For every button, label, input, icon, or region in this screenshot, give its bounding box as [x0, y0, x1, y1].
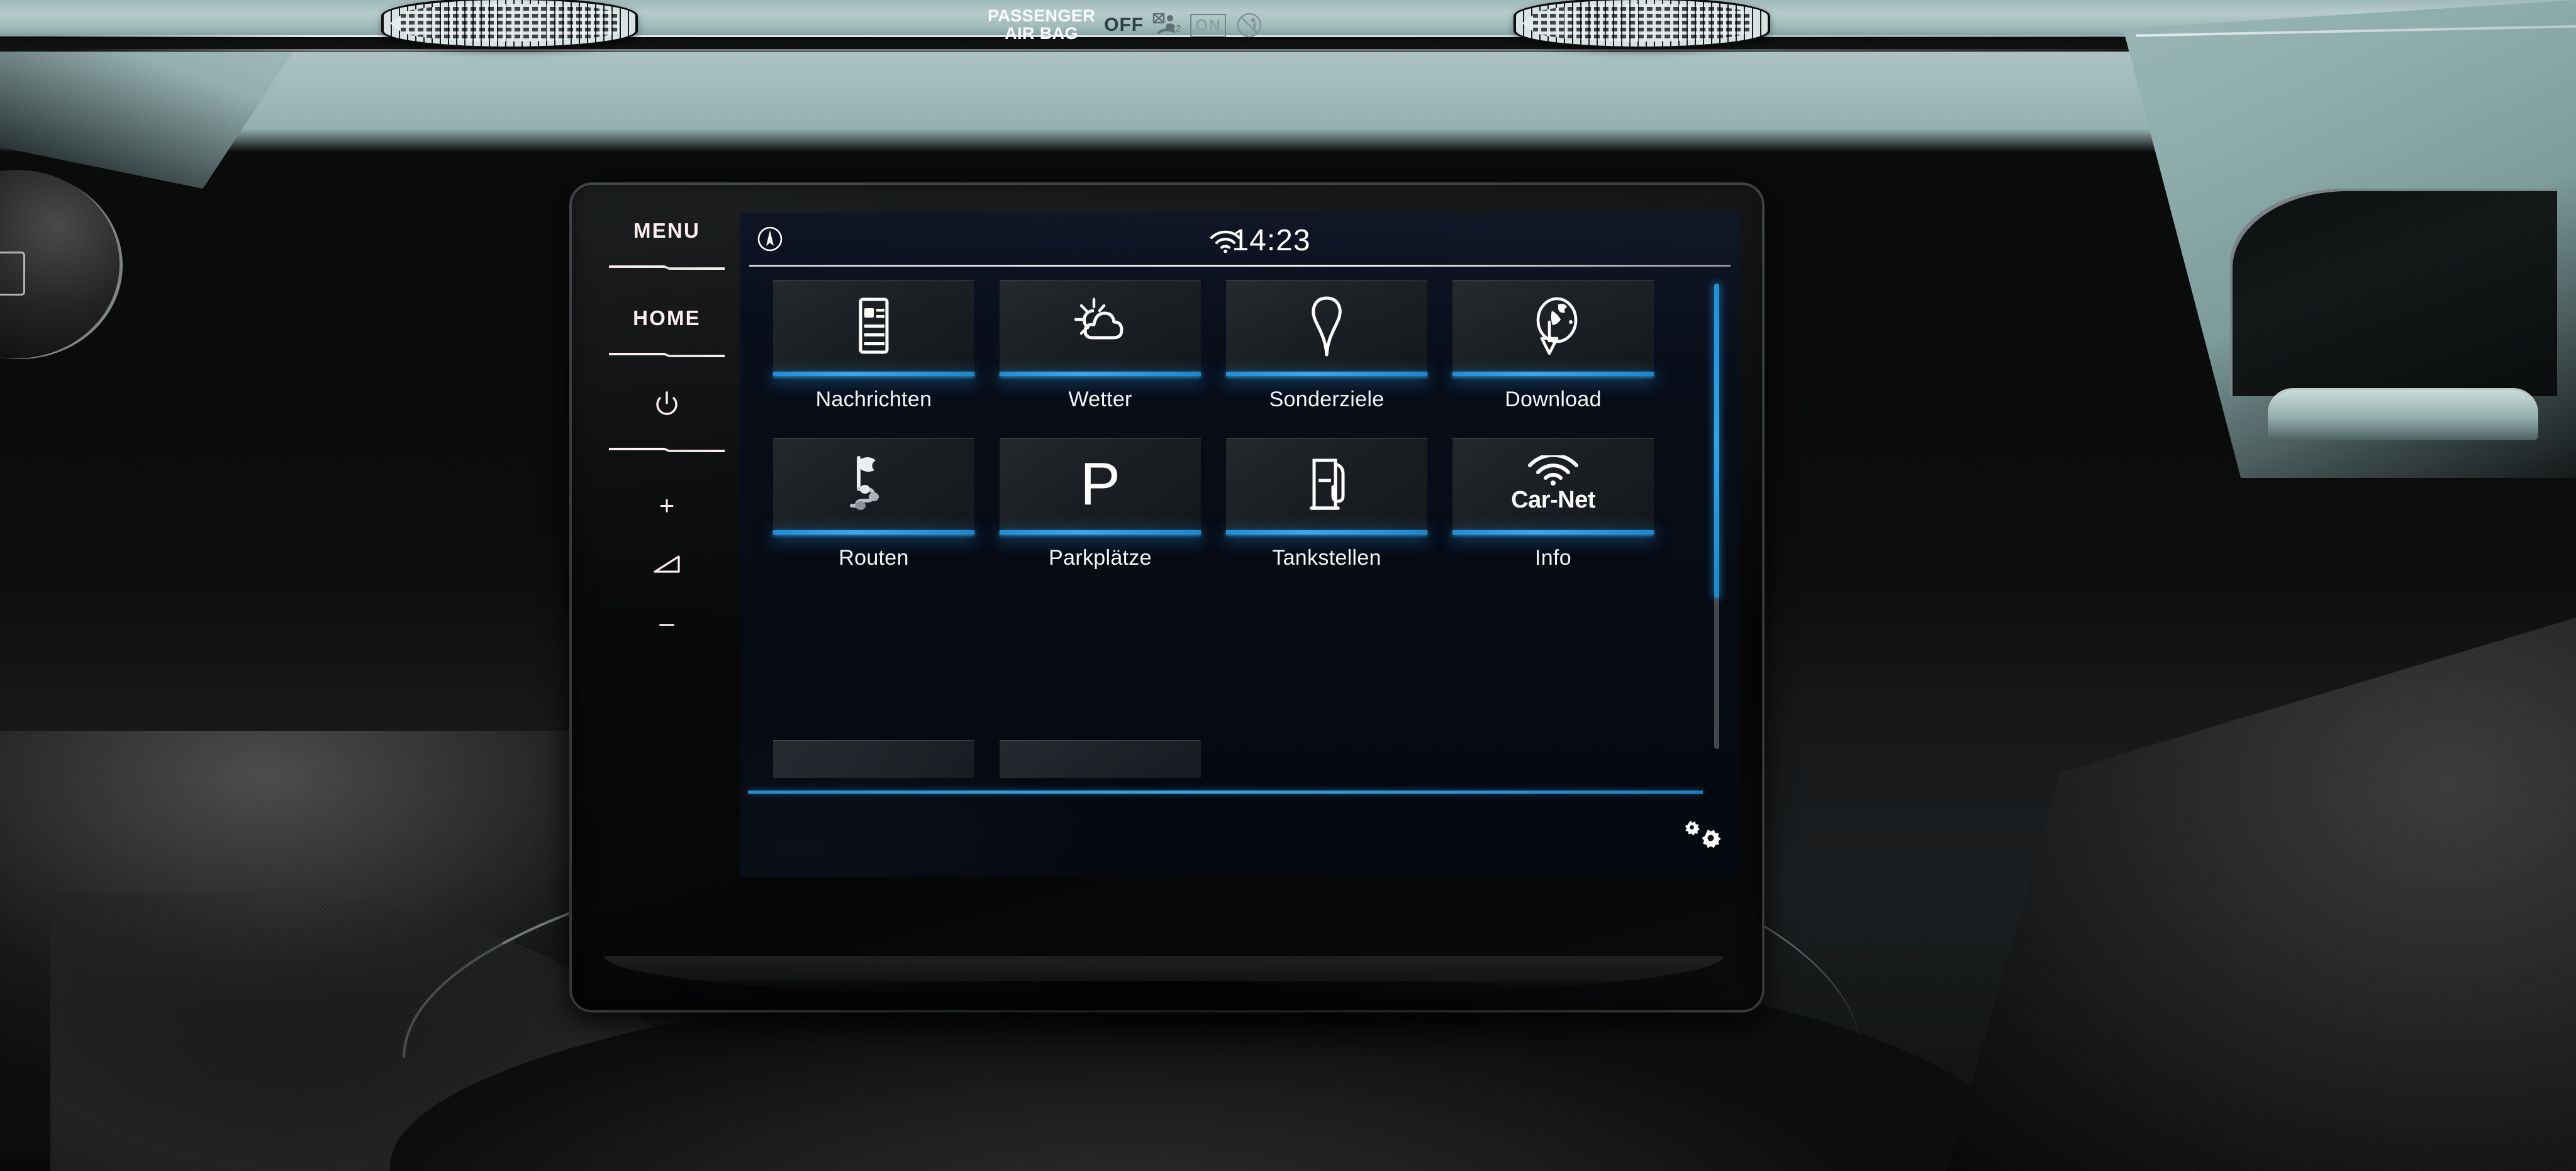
tile-tankstellen-box[interactable]	[1226, 438, 1427, 530]
tile-info-underline	[1452, 530, 1654, 535]
tile-wetter[interactable]: Wetter	[1000, 280, 1201, 425]
infotainment-housing: MENU HOME + – 14:23 Nachrichten Wetter S…	[569, 182, 1765, 1013]
settings-gears-icon[interactable]	[1678, 817, 1724, 855]
steering-wheel-button[interactable]	[0, 252, 25, 296]
air-vent-right-arrow-icon	[1522, 15, 1533, 31]
tile-download-box[interactable]	[1452, 280, 1654, 372]
air-vent-right-grille	[1532, 4, 1751, 42]
passenger-airbag-indicator: PASSENGER AIR BAG OFF 2 ON	[988, 1, 1365, 49]
tile-tankstellen[interactable]: Tankstellen	[1226, 438, 1427, 570]
tile-nachrichten[interactable]: Nachrichten	[773, 280, 974, 425]
air-vent-left-grille	[400, 4, 619, 42]
dash-right-pocket	[2230, 189, 2557, 396]
tile-download[interactable]: Download	[1452, 280, 1654, 425]
tile-wetter-underline	[1000, 372, 1201, 376]
tile-routen-underline	[773, 530, 974, 535]
airbag-title: PASSENGER AIR BAG	[988, 8, 1095, 42]
sidebar-divider-1	[609, 265, 725, 270]
tile-partial-1[interactable]	[773, 740, 974, 778]
volume-up-button[interactable]: +	[659, 492, 675, 519]
tile-sonderziele-underline	[1226, 372, 1427, 376]
fuel-pump-icon	[1293, 450, 1361, 518]
tile-info-box[interactable]: Car-Net	[1452, 438, 1654, 530]
tile-wetter-box[interactable]	[1000, 280, 1201, 372]
tile-partial-2[interactable]	[1000, 740, 1201, 778]
vertical-scrollbar-track[interactable]	[1714, 284, 1719, 749]
tile-tankstellen-label: Tankstellen	[1272, 546, 1381, 570]
airbag-title-line2: AIR BAG	[1005, 24, 1078, 43]
tile-routen[interactable]: Routen	[773, 438, 974, 570]
sidebar-divider-2	[609, 353, 725, 357]
dash-right-lower-panel	[1947, 618, 2576, 1171]
power-icon[interactable]	[652, 391, 681, 420]
tile-sonderziele-box[interactable]	[1226, 280, 1427, 372]
tile-parkplaetze[interactable]: P Parkplätze	[1000, 438, 1201, 570]
tile-parkplaetze-box[interactable]: P	[1000, 438, 1201, 530]
tile-download-label: Download	[1505, 387, 1602, 411]
infotainment-display[interactable]: 14:23 Nachrichten Wetter Sonderziele Dow…	[740, 213, 1739, 877]
tile-sonderziele[interactable]: Sonderziele	[1226, 280, 1427, 425]
news-article-icon	[840, 292, 908, 360]
touch-sidebar: MENU HOME + –	[594, 195, 739, 975]
air-vent-left-arrow-icon	[390, 15, 401, 31]
air-vent-right[interactable]	[1516, 0, 1768, 47]
tile-nachrichten-label: Nachrichten	[815, 387, 932, 411]
map-pin-icon	[1293, 292, 1361, 360]
volume-wedge-icon	[652, 554, 681, 575]
vertical-scrollbar-thumb[interactable]	[1714, 284, 1719, 598]
airbag-on-label: ON	[1190, 13, 1227, 37]
sidebar-item-home[interactable]: HOME	[633, 306, 701, 330]
tile-parkplaetze-underline	[1000, 530, 1201, 535]
parking-p-icon: P	[1079, 450, 1121, 518]
air-vent-left[interactable]	[384, 0, 635, 47]
tile-info-label: Info	[1535, 546, 1571, 570]
tile-wetter-label: Wetter	[1068, 387, 1132, 411]
status-bar: 14:23	[740, 213, 1739, 267]
tile-routen-label: Routen	[839, 546, 909, 570]
tile-nachrichten-box[interactable]	[773, 280, 974, 372]
car-net-wifi-icon: Car-Net	[1511, 455, 1595, 514]
tile-info[interactable]: Car-Net Info	[1452, 438, 1654, 570]
airbag-title-line1: PASSENGER	[988, 6, 1096, 26]
flag-route-icon	[840, 450, 908, 518]
clock: 14:23	[1232, 224, 1311, 257]
sun-cloud-weather-icon	[1066, 292, 1134, 360]
airbag-off-label: OFF	[1104, 14, 1144, 35]
airbag-off-icon: 2	[1152, 12, 1181, 38]
child-seat-prohibited-icon	[1235, 12, 1264, 38]
app-grid: Nachrichten Wetter Sonderziele Download …	[773, 280, 1674, 789]
dash-right-handle	[2268, 390, 2538, 440]
tile-routen-box[interactable]	[773, 438, 974, 530]
tile-sonderziele-label: Sonderziele	[1269, 387, 1385, 411]
tile-tankstellen-underline	[1226, 530, 1427, 535]
svg-text:2: 2	[1176, 23, 1181, 34]
tile-parkplaetze-label: Parkplätze	[1049, 546, 1152, 570]
bottom-bar	[740, 791, 1739, 877]
chrome-seam-upper-2	[69, 49, 2145, 51]
tile-nachrichten-underline	[773, 372, 974, 376]
car-net-label: Car-Net	[1511, 486, 1595, 513]
sidebar-item-menu[interactable]: MENU	[633, 219, 700, 243]
globe-download-icon	[1519, 292, 1587, 360]
infotainment-drop-shadow	[569, 981, 1765, 1063]
tile-download-underline	[1452, 372, 1654, 376]
sidebar-divider-3	[609, 448, 725, 452]
volume-down-button[interactable]: –	[659, 609, 674, 636]
bottom-bar-divider	[748, 791, 1703, 794]
status-bar-divider	[749, 265, 1731, 267]
